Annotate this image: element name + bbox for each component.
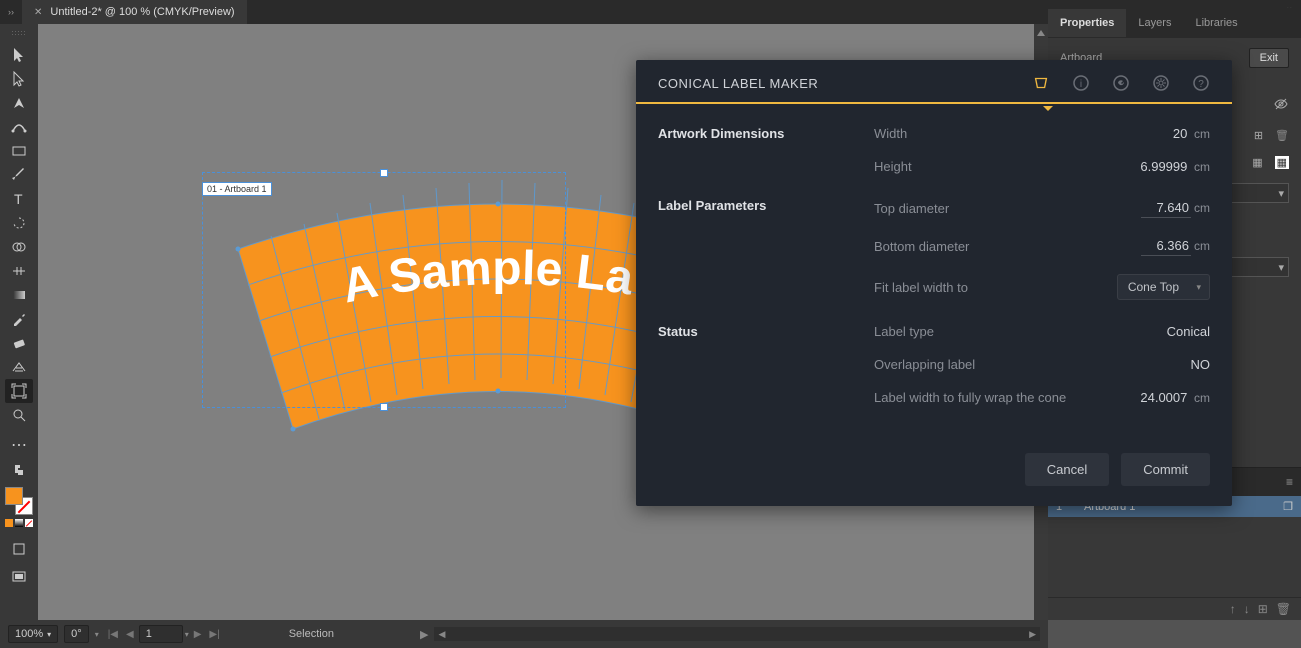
eyedropper-tool[interactable] xyxy=(5,307,33,331)
panel-menu-icon[interactable]: ≡ xyxy=(1286,475,1293,489)
delete-artboard-icon[interactable]: 🗑 xyxy=(1276,602,1291,616)
conical-label-maker-dialog: CONICAL LABEL MAKER i ? Artwork Dimensio… xyxy=(636,60,1232,506)
rotation-field[interactable]: 0° xyxy=(64,625,89,643)
panel-grip-icon[interactable]: ::::: xyxy=(12,30,27,37)
pen-tool[interactable] xyxy=(5,91,33,115)
fit-width-select[interactable]: Cone Top xyxy=(1117,274,1210,300)
overlapping-label: Overlapping label xyxy=(874,357,975,372)
edit-toolbar-icon[interactable]: ⋯ xyxy=(5,433,33,457)
bottom-diameter-label: Bottom diameter xyxy=(874,239,969,254)
align-icon[interactable]: ▦ xyxy=(1252,156,1262,169)
svg-text:?: ? xyxy=(1198,79,1204,90)
overlapping-value: NO xyxy=(1191,357,1211,372)
rotate-tool[interactable] xyxy=(5,211,33,235)
svg-text:T: T xyxy=(14,191,23,207)
prev-artboard-icon[interactable]: ◀ xyxy=(123,629,137,640)
width-tool[interactable] xyxy=(5,259,33,283)
new-artboard-icon[interactable]: ⊞ xyxy=(1258,602,1268,616)
commit-button[interactable]: Commit xyxy=(1121,453,1210,486)
height-value: 6.99999 xyxy=(1140,159,1187,174)
svg-text:i: i xyxy=(1080,79,1082,90)
shape-builder-tool[interactable] xyxy=(5,235,33,259)
expand-panels-icon[interactable]: ›› xyxy=(8,7,14,17)
section-label-parameters: Label Parameters xyxy=(658,198,874,300)
info-icon[interactable]: i xyxy=(1072,74,1090,92)
artboard-label[interactable]: 01 - Artboard 1 xyxy=(202,182,272,196)
fill-stroke-swatches[interactable] xyxy=(5,487,33,515)
bottom-diameter-input[interactable] xyxy=(1141,236,1191,256)
wrap-width-label: Label width to fully wrap the cone xyxy=(874,390,1066,405)
last-artboard-icon[interactable]: ▶| xyxy=(206,629,222,640)
fit-width-label: Fit label width to xyxy=(874,280,968,295)
move-up-icon[interactable]: ↑ xyxy=(1230,602,1236,616)
selection-mode-label: Selection xyxy=(289,628,334,640)
section-status: Status xyxy=(658,324,874,405)
rectangle-tool[interactable] xyxy=(5,139,33,163)
wrench-icon[interactable] xyxy=(1112,74,1130,92)
paintbrush-tool[interactable] xyxy=(5,163,33,187)
wrap-width-value: 24.0007 xyxy=(1140,390,1187,405)
resize-handle-n[interactable] xyxy=(380,169,388,177)
selection-tool[interactable] xyxy=(5,43,33,67)
color-mode-swatches[interactable] xyxy=(5,519,33,527)
top-diameter-label: Top diameter xyxy=(874,201,949,216)
tab-libraries[interactable]: Libraries xyxy=(1183,9,1249,37)
gear-icon[interactable] xyxy=(1152,74,1170,92)
eraser-tool[interactable] xyxy=(5,331,33,355)
resize-handle-s[interactable] xyxy=(380,403,388,411)
zoom-tool[interactable] xyxy=(5,403,33,427)
artboard-bounds[interactable] xyxy=(202,172,566,408)
label-type-value: Conical xyxy=(1167,324,1210,339)
artboard-options-icon[interactable]: ❐ xyxy=(1283,500,1293,513)
tab-layers[interactable]: Layers xyxy=(1126,9,1183,37)
grid-icon[interactable]: ⊞ xyxy=(1254,129,1263,142)
type-tool[interactable]: T xyxy=(5,187,33,211)
label-shape-icon[interactable] xyxy=(1032,74,1050,92)
label-type-label: Label type xyxy=(874,324,934,339)
visibility-off-icon[interactable] xyxy=(1273,96,1289,115)
move-down-icon[interactable]: ↓ xyxy=(1244,602,1250,616)
height-label: Height xyxy=(874,159,912,174)
align-box-icon[interactable]: ▦ xyxy=(1275,156,1289,169)
zoom-field[interactable]: 100% ▾ xyxy=(8,625,58,643)
artboard-page-field[interactable]: 1 xyxy=(139,625,183,643)
toggle-fill-stroke-icon[interactable] xyxy=(5,457,33,481)
next-artboard-icon[interactable]: ▶ xyxy=(191,629,205,640)
curvature-tool[interactable] xyxy=(5,115,33,139)
section-artwork-dimensions: Artwork Dimensions xyxy=(658,126,874,174)
dialog-title: CONICAL LABEL MAKER xyxy=(658,76,818,91)
delete-icon[interactable]: 🗑 xyxy=(1275,129,1289,142)
width-label: Width xyxy=(874,126,907,141)
gradient-tool[interactable] xyxy=(5,283,33,307)
panel-tabs: Properties Layers Libraries xyxy=(1048,8,1301,38)
perspective-grid-tool[interactable] xyxy=(5,355,33,379)
top-diameter-input[interactable] xyxy=(1141,198,1191,218)
tab-title: Untitled-2* @ 100 % (CMYK/Preview) xyxy=(50,6,234,18)
draw-mode-icon[interactable] xyxy=(5,537,33,561)
tab-close-icon[interactable]: ✕ xyxy=(34,7,42,18)
document-tab[interactable]: ✕ Untitled-2* @ 100 % (CMYK/Preview) xyxy=(22,0,247,24)
direct-selection-tool[interactable] xyxy=(5,67,33,91)
tool-panel: ::::: T ⋯ xyxy=(0,24,38,620)
tab-properties[interactable]: Properties xyxy=(1048,9,1126,37)
width-value: 20 xyxy=(1173,126,1187,141)
exit-button[interactable]: Exit xyxy=(1249,48,1289,68)
fill-swatch[interactable] xyxy=(5,487,23,505)
status-bar: 100% ▾ 0° ▾ |◀ ◀ 1 ▾ ▶ ▶| Selection ▶ ◀▶ xyxy=(0,620,1048,648)
help-icon[interactable]: ? xyxy=(1192,74,1210,92)
screen-mode-icon[interactable] xyxy=(5,565,33,589)
cancel-button[interactable]: Cancel xyxy=(1025,453,1109,486)
horizontal-scrollbar[interactable]: ▶ ◀▶ xyxy=(420,627,1040,641)
artboard-tool[interactable] xyxy=(5,379,33,403)
first-artboard-icon[interactable]: |◀ xyxy=(105,629,121,640)
artboard-nav: |◀ ◀ 1 ▾ ▶ ▶| xyxy=(105,625,223,643)
